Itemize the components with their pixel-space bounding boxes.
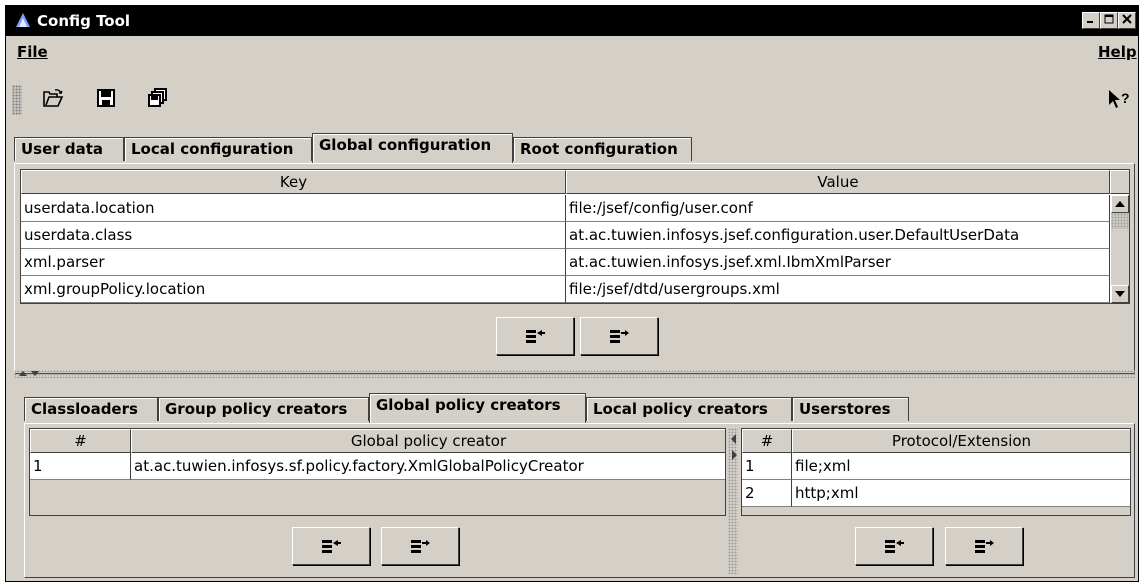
table-cell-number[interactable]: 1 [30,453,131,480]
remove-creator-button[interactable] [381,527,459,565]
minimize-icon [1087,21,1093,23]
table-cell-value[interactable]: at.ac.tuwien.infosys.jsef.configuration.… [566,222,1110,249]
save-button[interactable] [92,84,122,114]
table-cell-value[interactable]: file:/jsef/config/user.conf [566,195,1110,222]
add-creator-button[interactable] [292,527,370,565]
global-policy-creators-panel: # Global policy creator 1 at.ac.tuwien.i… [24,423,1135,578]
table-cell-value[interactable]: at.ac.tuwien.infosys.jsef.xml.IbmXmlPars… [566,249,1110,276]
protocol-table: # Protocol/Extension 1 file;xml 2 http;x… [741,428,1131,516]
title-bar[interactable]: Config Tool [6,6,1138,36]
save-all-icon [148,88,167,107]
tab-userstores[interactable]: Userstores [792,397,909,421]
maximize-button[interactable] [1100,12,1118,29]
insert-row-icon [885,540,904,553]
window-title: Config Tool [37,12,131,30]
tab-root-configuration[interactable]: Root configuration [513,137,692,161]
tab-local-configuration[interactable]: Local configuration [124,137,312,161]
config-table-scrollbar[interactable] [1111,195,1129,303]
remove-row-icon [610,330,629,343]
svg-text:?: ? [1121,90,1130,106]
global-configuration-panel: Key Value userdata.location file:/jsef/c… [14,163,1135,374]
java-app-icon [16,13,30,27]
open-folder-icon [43,89,64,107]
table-cell-protocol[interactable]: file;xml [792,453,1130,480]
config-tool-window: Config Tool File Help ? User data Local … [5,5,1139,582]
column-header-value[interactable]: Value [566,170,1110,194]
tab-global-policy-creators[interactable]: Global policy creators [369,393,586,423]
save-icon [97,89,115,107]
remove-row-icon [975,540,994,553]
tab-group-policy-creators[interactable]: Group policy creators [158,397,369,421]
tab-local-policy-creators[interactable]: Local policy creators [586,397,792,421]
toolbar: ? [6,82,1138,118]
table-cell-key[interactable]: xml.parser [21,249,566,276]
bottom-tab-strip: Classloaders Group policy creators Globa… [24,393,924,423]
splitter-expand-icon[interactable] [730,432,738,462]
open-button[interactable] [38,84,68,114]
table-cell-key[interactable]: userdata.class [21,222,566,249]
insert-row-icon [526,330,545,343]
minimize-button[interactable] [1082,12,1100,29]
horizontal-splitter[interactable] [14,370,1135,378]
top-tab-strip: User data Local configuration Global con… [14,133,714,163]
column-header-number[interactable]: # [30,429,131,453]
creator-table: # Global policy creator 1 at.ac.tuwien.i… [29,428,726,516]
add-row-button[interactable] [496,317,574,355]
column-header-key[interactable]: Key [21,170,566,194]
column-header-global-policy-creator[interactable]: Global policy creator [131,429,725,453]
close-button[interactable] [1118,12,1136,29]
table-cell-number[interactable]: 1 [742,453,792,480]
tab-classloaders[interactable]: Classloaders [24,397,158,421]
scroll-up-button[interactable] [1111,195,1129,213]
remove-protocol-button[interactable] [945,527,1023,565]
column-header-number[interactable]: # [742,429,792,453]
column-header-protocol-extension[interactable]: Protocol/Extension [792,429,1130,453]
arrow-down-icon [1115,291,1125,297]
remove-row-icon [411,540,430,553]
menu-help[interactable]: Help [1098,43,1137,61]
arrow-up-icon [1115,201,1125,207]
remove-row-button[interactable] [580,317,658,355]
table-cell-creator[interactable]: at.ac.tuwien.infosys.sf.policy.factory.X… [131,453,725,480]
context-help-icon: ? [1109,90,1130,108]
add-protocol-button[interactable] [855,527,933,565]
config-table: Key Value userdata.location file:/jsef/c… [20,169,1130,304]
menu-bar: File Help [6,37,1138,65]
header-corner [1110,170,1129,194]
scroll-thumb[interactable] [1111,213,1129,229]
tab-user-data[interactable]: User data [14,137,124,161]
insert-row-icon [322,540,341,553]
scroll-down-button[interactable] [1111,285,1129,303]
table-cell-key[interactable]: xml.groupPolicy.location [21,276,566,303]
toolbar-grip[interactable] [12,85,22,115]
maximize-icon [1104,14,1114,24]
context-help-button[interactable]: ? [1103,84,1133,114]
splitter-collapse-icon[interactable] [18,369,42,377]
table-cell-protocol[interactable]: http;xml [792,480,1130,507]
table-cell-number[interactable]: 2 [742,480,792,507]
save-all-button[interactable] [144,84,174,114]
table-cell-value[interactable]: file:/jsef/dtd/usergroups.xml [566,276,1110,303]
menu-file[interactable]: File [17,43,48,61]
table-cell-key[interactable]: userdata.location [21,195,566,222]
close-icon [1122,14,1132,24]
tab-global-configuration[interactable]: Global configuration [312,133,513,163]
